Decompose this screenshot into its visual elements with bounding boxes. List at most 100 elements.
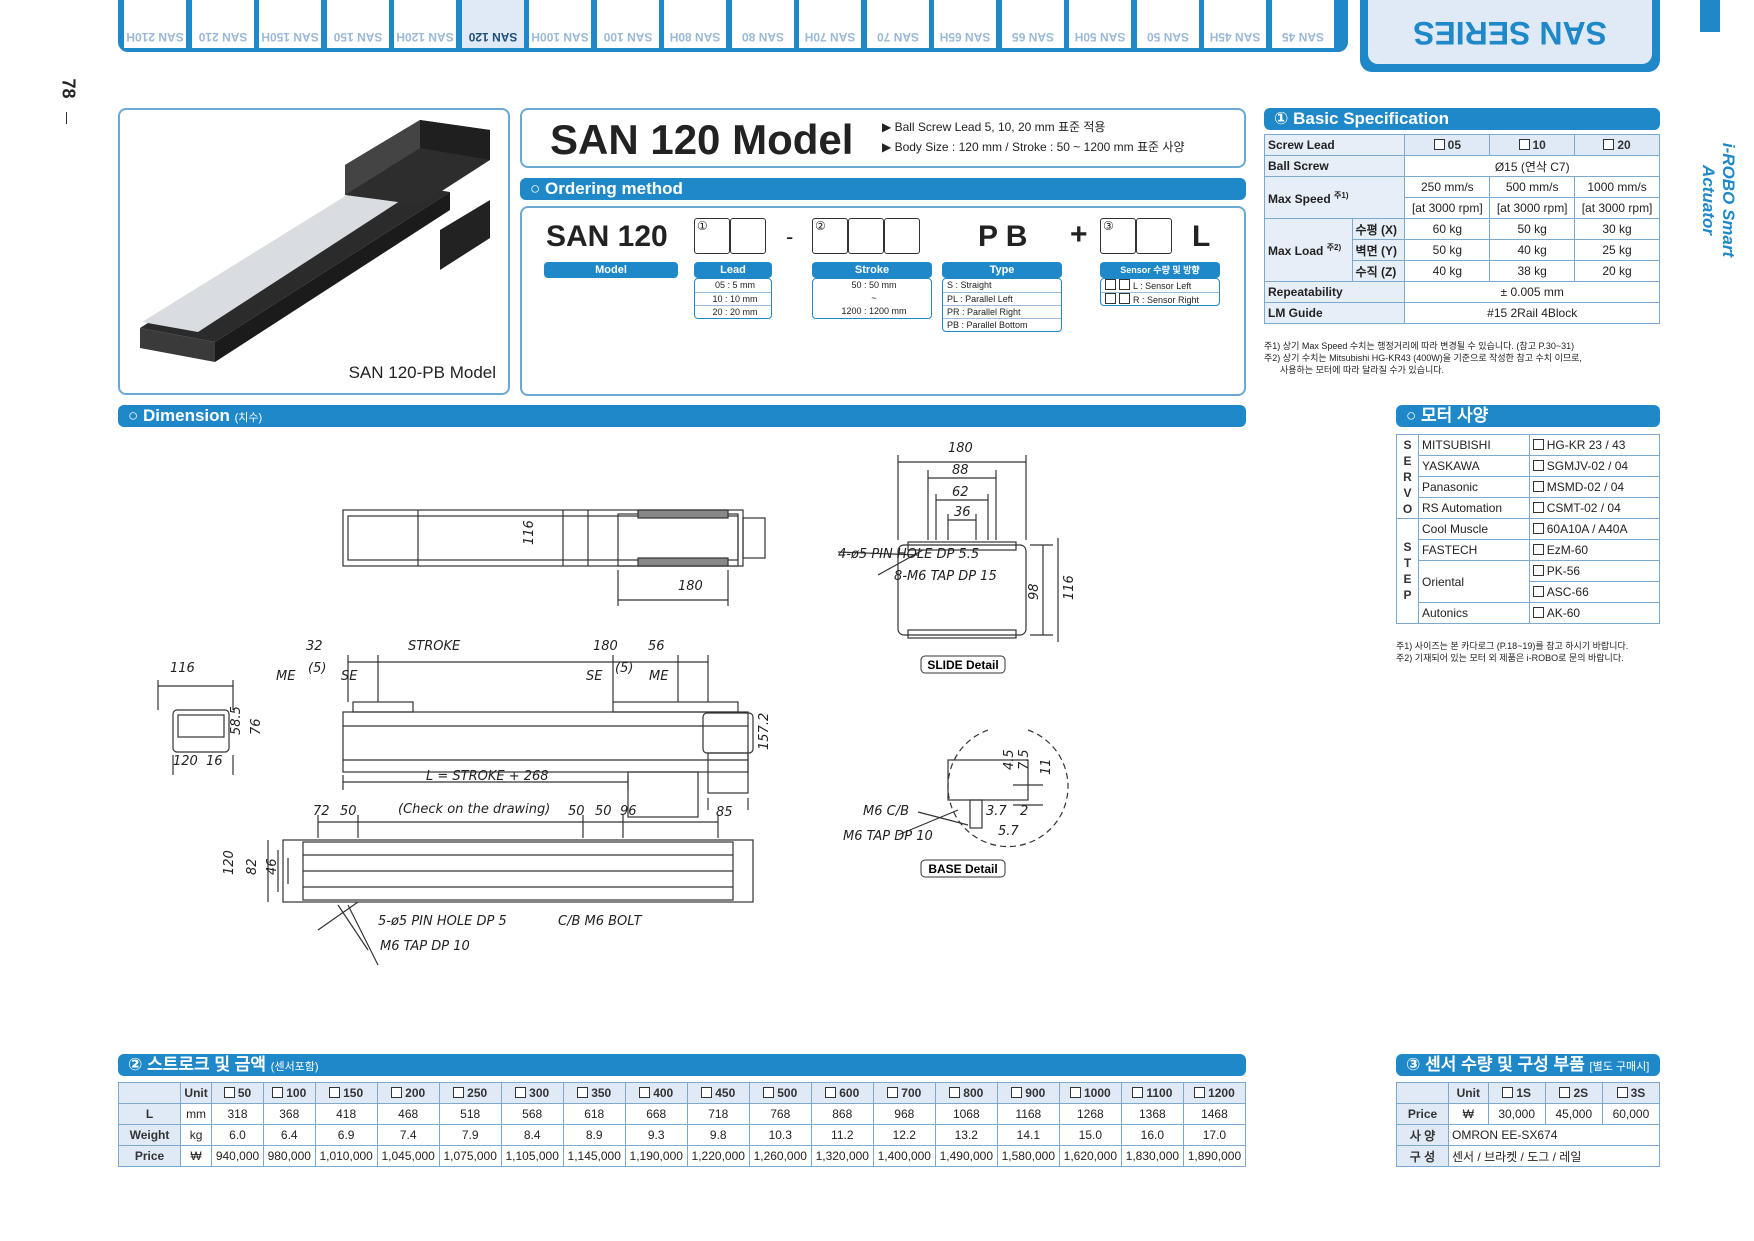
svg-text:116: 116 <box>1062 575 1077 600</box>
svg-text:3.7: 3.7 <box>986 804 1007 819</box>
sensor-box-2[interactable] <box>1136 218 1172 254</box>
stroke-option[interactable]: 500 <box>748 1082 812 1104</box>
stroke-option[interactable]: 900 <box>996 1082 1060 1104</box>
sensor-option: 1S <box>1487 1082 1546 1104</box>
max-speed-rpm: [at 3000 rpm] <box>1574 197 1660 219</box>
motor-model-option[interactable]: ASC-66 <box>1528 581 1661 603</box>
stroke-box-3[interactable] <box>884 218 920 254</box>
max-speed: 1000 mm/s <box>1574 176 1660 198</box>
series-tab[interactable]: SAN 50 <box>1136 0 1199 48</box>
lead-box-1[interactable]: ① <box>694 218 730 254</box>
cell-value: 1,620,000 <box>1058 1145 1122 1167</box>
cell-value: 12.2 <box>872 1124 936 1146</box>
lead-box-2[interactable] <box>730 218 766 254</box>
svg-text:116: 116 <box>170 661 195 676</box>
cell-value: 668 <box>624 1103 688 1125</box>
svg-text:72: 72 <box>313 804 330 819</box>
svg-text:C/B M6 BOLT: C/B M6 BOLT <box>558 914 643 929</box>
motor-model-option[interactable]: SGMJV-02 / 04 <box>1528 455 1661 477</box>
stroke-option[interactable]: 1200 <box>1182 1082 1247 1104</box>
stroke-option[interactable]: 1000 <box>1058 1082 1122 1104</box>
stroke-box-1[interactable]: ② <box>812 218 848 254</box>
stroke-option[interactable]: 450 <box>686 1082 750 1104</box>
cell-value: 1,045,000 <box>376 1145 440 1167</box>
motor-model-option[interactable]: CSMT-02 / 04 <box>1528 497 1661 519</box>
series-tab[interactable]: SAN 70 <box>866 0 929 48</box>
motor-model-option[interactable]: HG-KR 23 / 43 <box>1528 434 1661 456</box>
cell-value: 9.3 <box>624 1124 688 1146</box>
repeatability-label: Repeatability <box>1263 281 1406 303</box>
svg-text:SE: SE <box>341 669 358 684</box>
load-value: 40 kg <box>1489 239 1576 261</box>
stroke-option[interactable]: 800 <box>934 1082 998 1104</box>
series-tab[interactable]: SAN 100 <box>596 0 659 48</box>
stroke-option[interactable]: 400 <box>624 1082 688 1104</box>
series-tab[interactable]: SAN 50H <box>1069 0 1131 48</box>
table-row: Price ₩940,000 980,000 1,010,000 1,045,000 1,… <box>118 1145 1247 1167</box>
motor-model-option[interactable]: MSMD-02 / 04 <box>1528 476 1661 498</box>
label-type: Type <box>942 262 1062 278</box>
spec-note: 사용하는 모터에 따라 달라질 수가 있습니다. <box>1280 365 1445 375</box>
spec-note: 주1) 상기 Max Speed 수치는 행정거리에 따라 변경될 수 있습니다… <box>1264 341 1575 351</box>
max-speed-label: Max Speed 주1) <box>1263 176 1406 219</box>
stroke-option[interactable]: 700 <box>872 1082 936 1104</box>
sensor-spec: OMRON EE-SX674 <box>1448 1124 1660 1146</box>
series-tab[interactable]: SAN 45 <box>1271 0 1334 48</box>
series-tab[interactable]: SAN 210H <box>124 0 186 48</box>
basic-spec-title: ① Basic Specification <box>1274 109 1450 128</box>
motor-model-option[interactable]: PK-56 <box>1528 560 1661 582</box>
series-tab[interactable]: SAN 120 <box>461 0 524 48</box>
product-image-panel: SAN 120-PB Model <box>118 108 510 395</box>
repeatability-value: ± 0.005 mm <box>1404 281 1660 303</box>
sensor-box-1[interactable]: ③ <box>1100 218 1136 254</box>
motor-brand: MITSUBISHI <box>1418 434 1530 456</box>
row-unit: mm <box>179 1103 213 1125</box>
series-tab[interactable]: SAN 80H <box>664 0 726 48</box>
order-plus: + <box>1070 218 1088 251</box>
series-tab[interactable]: SAN 65H <box>934 0 996 48</box>
series-tab[interactable]: SAN 120H <box>394 0 456 48</box>
stroke-option[interactable]: 100 <box>262 1082 316 1104</box>
series-tab[interactable]: SAN 150 <box>326 0 389 48</box>
svg-text:96: 96 <box>620 804 637 819</box>
max-speed: 250 mm/s <box>1404 176 1491 198</box>
motor-model-option[interactable]: EzM-60 <box>1528 539 1661 561</box>
stroke-option[interactable]: 350 <box>562 1082 626 1104</box>
series-tab[interactable]: SAN 210 <box>191 0 254 48</box>
stroke-option[interactable]: 50 <box>211 1082 264 1104</box>
sensor-option: 3S <box>1601 1082 1661 1104</box>
stroke-option[interactable]: 150 <box>314 1082 378 1104</box>
series-tab[interactable]: SAN 45H <box>1204 0 1266 48</box>
row-unit: ₩ <box>179 1145 213 1167</box>
motor-model-option[interactable]: AK-60 <box>1528 602 1661 624</box>
stroke-option[interactable]: 600 <box>810 1082 874 1104</box>
svg-text:157.2: 157.2 <box>757 713 772 750</box>
stroke-box-2[interactable] <box>848 218 884 254</box>
cell-value: 9.8 <box>686 1124 750 1146</box>
lead-col: 05 <box>1404 134 1491 156</box>
cell-value: 1068 <box>934 1103 998 1125</box>
stroke-option[interactable]: 300 <box>500 1082 564 1104</box>
sensor-blank-header <box>1396 1082 1449 1104</box>
svg-text:5.7: 5.7 <box>998 824 1019 839</box>
cell-value: 618 <box>562 1103 626 1125</box>
svg-text:46: 46 <box>265 858 280 875</box>
series-tab[interactable]: SAN 70H <box>799 0 861 48</box>
model-note-1: ▶ Ball Screw Lead 5, 10, 20 mm 표준 적용 <box>882 120 1106 134</box>
svg-text:(5): (5) <box>615 661 633 676</box>
max-speed-rpm: [at 3000 rpm] <box>1404 197 1491 219</box>
series-banner-text: SAN SERIES <box>1413 15 1607 51</box>
page-number-rule <box>66 112 67 124</box>
stroke-option[interactable]: 250 <box>438 1082 502 1104</box>
stroke-option[interactable]: 1100 <box>1120 1082 1184 1104</box>
motor-model-option[interactable]: 60A10A / A40A <box>1528 518 1661 540</box>
series-tab[interactable]: SAN 150H <box>259 0 321 48</box>
svg-text:50: 50 <box>568 804 585 819</box>
series-tab[interactable]: SAN 100H <box>529 0 591 48</box>
svg-text:62: 62 <box>952 485 969 500</box>
series-tab[interactable]: SAN 65 <box>1001 0 1064 48</box>
stroke-option[interactable]: 200 <box>376 1082 440 1104</box>
series-tab[interactable]: SAN 80 <box>731 0 794 48</box>
svg-text:L = STROKE + 268: L = STROKE + 268 <box>426 769 549 784</box>
basic-spec-title-bar: ① Basic Specification <box>1264 108 1660 130</box>
